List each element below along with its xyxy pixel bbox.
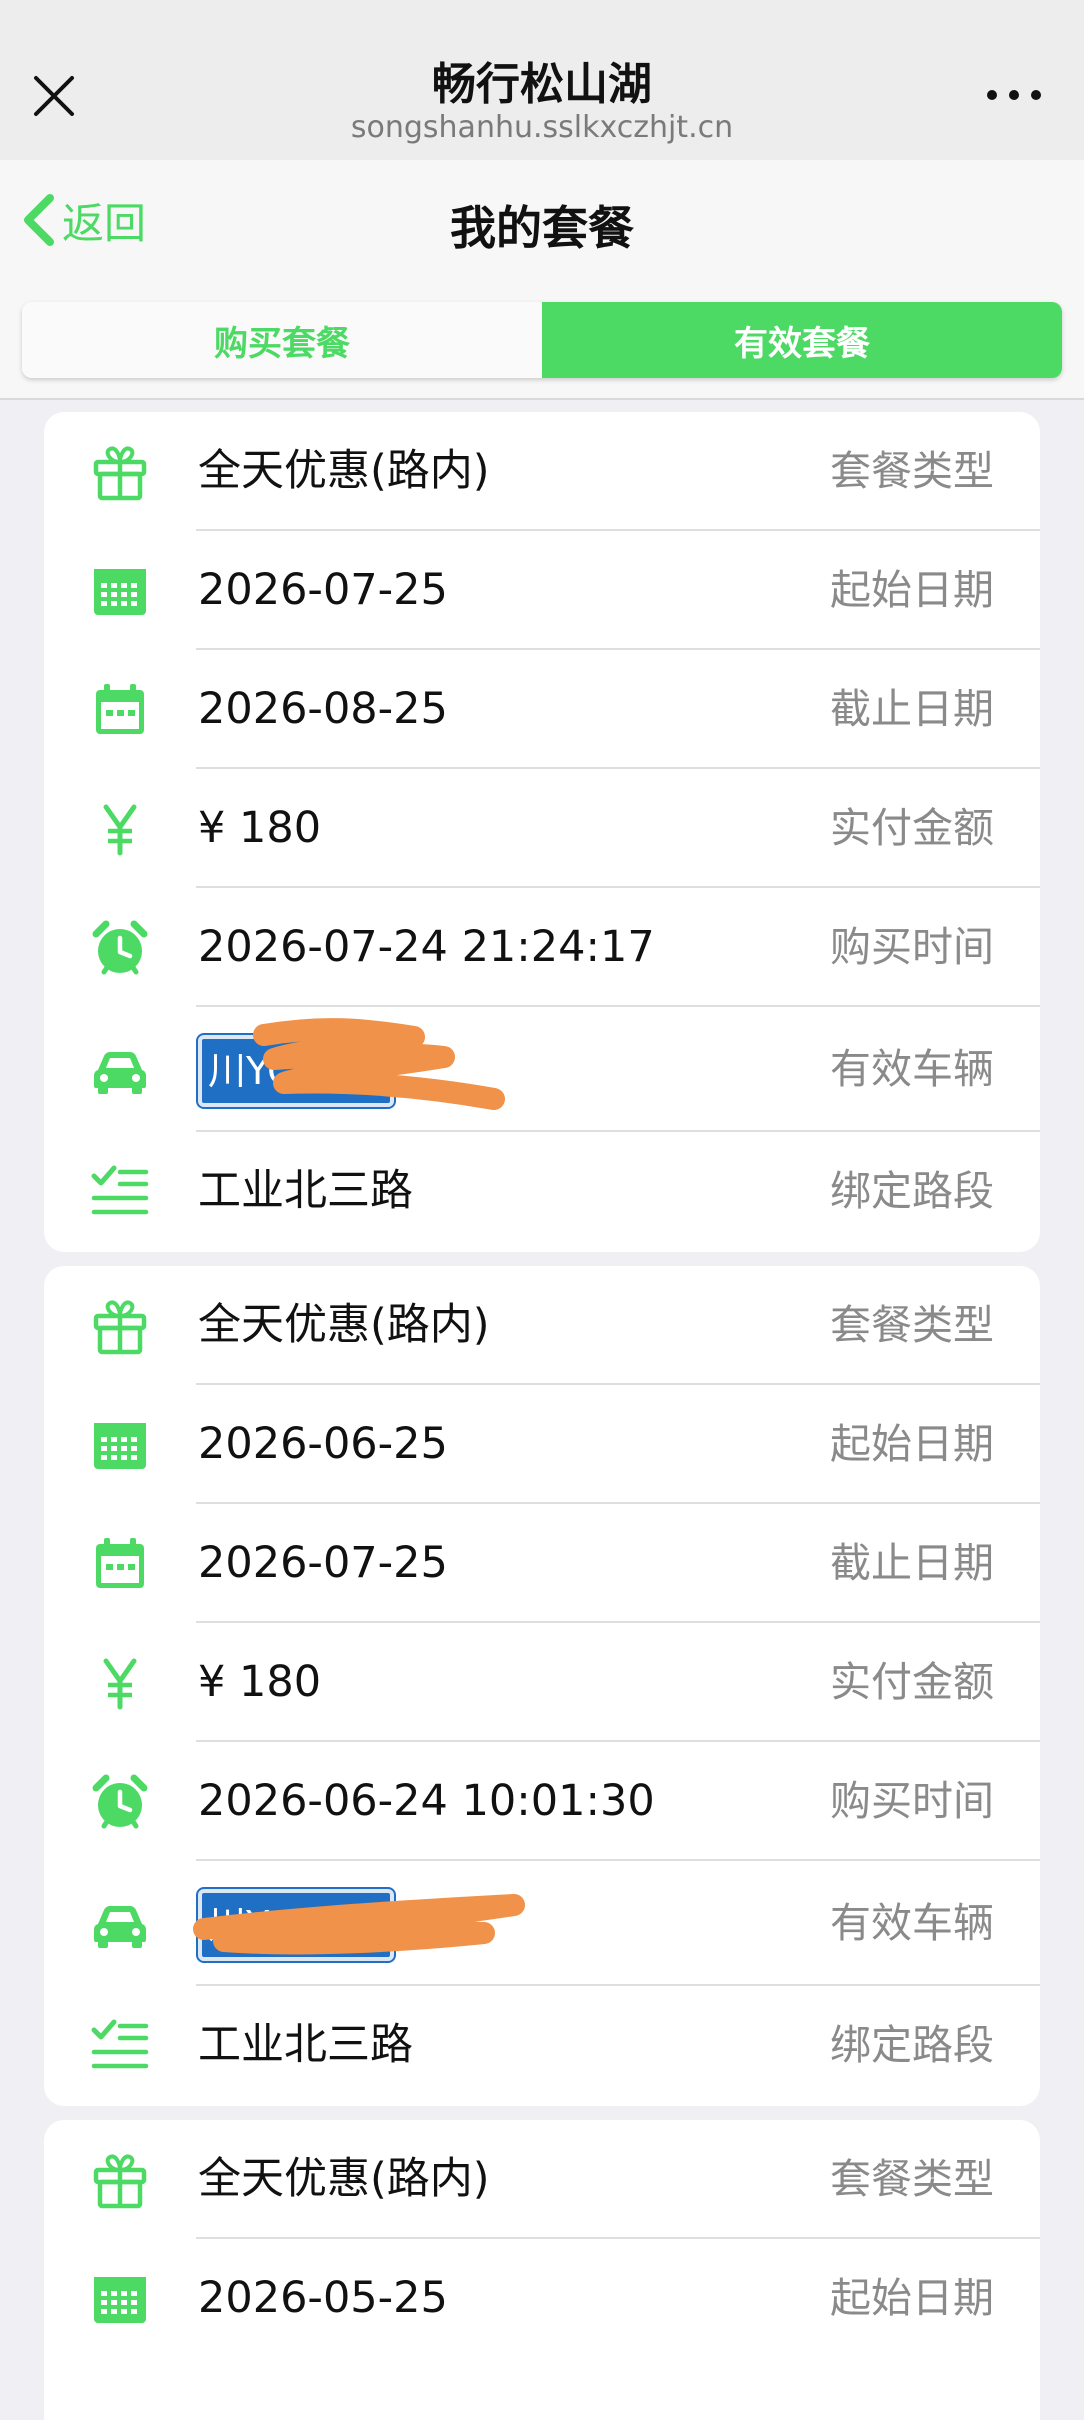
amount-value: ¥ 180 [198,1657,322,1707]
package-type-label: 套餐类型 [830,1301,994,1349]
row-vehicle: 川YC 有效车辆 [44,1007,1040,1132]
end-date-label: 截止日期 [830,685,994,733]
alarm-clock-icon [90,1772,150,1832]
road-label: 绑定路段 [830,1167,994,1215]
amount-label: 实付金额 [830,1658,994,1706]
tab-buy-package[interactable]: 购买套餐 [22,302,542,378]
row-purchase-time: 2026-06-24 10:01:30 购买时间 [44,1742,1040,1861]
mini-program-title: 畅行松山湖 [432,59,652,110]
purchase-time-value: 2026-07-24 21:24:17 [198,922,655,972]
row-package-type: 全天优惠(路内) 套餐类型 [44,2120,1040,2239]
row-purchase-time: 2026-07-24 21:24:17 购买时间 [44,888,1040,1007]
purchase-time-label: 购买时间 [830,1777,994,1825]
row-amount: ¥ 180 实付金额 [44,1623,1040,1742]
yen-icon [90,1653,150,1713]
row-amount: ¥ 180 实付金额 [44,769,1040,888]
gift-icon [90,442,150,502]
wechat-title-bar: 畅行松山湖 songshanhu.sslkxczhjt.cn [0,0,1084,160]
purchase-time-value: 2026-06-24 10:01:30 [198,1776,655,1826]
amount-label: 实付金额 [830,804,994,852]
license-plate: 川Y [196,1887,396,1963]
row-vehicle: 川Y 有效车辆 [44,1861,1040,1986]
alarm-clock-icon [90,918,150,978]
page-title: 我的套餐 [450,201,634,255]
calendar-icon [90,1534,150,1594]
row-end-date: 2026-08-25 截止日期 [44,650,1040,769]
gift-icon [90,1296,150,1356]
road-label: 绑定路段 [830,2021,994,2069]
more-icon[interactable] [984,80,1044,110]
road-value: 工业北三路 [198,1166,413,1216]
tab-active-packages[interactable]: 有效套餐 [542,302,1062,378]
start-date-label: 起始日期 [830,2274,994,2322]
page-nav-bar: 返回 我的套餐 [0,160,1084,280]
license-plate: 川YC [196,1033,396,1109]
start-date-label: 起始日期 [830,1420,994,1468]
package-type-value: 全天优惠(路内) [198,1300,490,1350]
end-date-label: 截止日期 [830,1539,994,1587]
row-start-date: 2026-05-25 起始日期 [44,2239,1040,2358]
package-card: 全天优惠(路内) 套餐类型 2026-07-25 起始日期 2026-08-25… [44,412,1040,1252]
calendar-grid-icon [90,561,150,621]
checklist-icon [90,1162,150,1222]
site-url: songshanhu.sslkxczhjt.cn [350,110,734,145]
start-date-value: 2026-06-25 [198,1419,448,1469]
row-package-type: 全天优惠(路内) 套餐类型 [44,1266,1040,1385]
row-end-date: 2026-07-25 截止日期 [44,1504,1040,1623]
tab-bar: 购买套餐 有效套餐 [0,280,1084,400]
row-road: 工业北三路 绑定路段 [44,1986,1040,2105]
vehicle-label: 有效车辆 [830,1045,994,1093]
yen-icon [90,799,150,859]
package-card: 全天优惠(路内) 套餐类型 2026-06-25 起始日期 2026-07-25… [44,1266,1040,2106]
package-type-value: 全天优惠(路内) [198,2154,490,2204]
calendar-grid-icon [90,2269,150,2329]
package-type-value: 全天优惠(路内) [198,446,490,496]
package-type-label: 套餐类型 [830,447,994,495]
end-date-value: 2026-08-25 [198,684,448,734]
road-value: 工业北三路 [198,2020,413,2070]
package-type-label: 套餐类型 [830,2155,994,2203]
vehicle-label: 有效车辆 [830,1899,994,1947]
start-date-value: 2026-05-25 [198,2273,448,2323]
car-icon [90,1894,150,1954]
end-date-value: 2026-07-25 [198,1538,448,1588]
row-road: 工业北三路 绑定路段 [44,1132,1040,1251]
row-start-date: 2026-07-25 起始日期 [44,531,1040,650]
calendar-icon [90,680,150,740]
purchase-time-label: 购买时间 [830,923,994,971]
start-date-label: 起始日期 [830,566,994,614]
amount-value: ¥ 180 [198,803,322,853]
gift-icon [90,2150,150,2210]
start-date-value: 2026-07-25 [198,565,448,615]
package-card: 全天优惠(路内) 套餐类型 2026-05-25 起始日期 [44,2120,1040,2420]
segmented-control: 购买套餐 有效套餐 [22,302,1062,378]
row-package-type: 全天优惠(路内) 套餐类型 [44,412,1040,531]
checklist-icon [90,2016,150,2076]
row-start-date: 2026-06-25 起始日期 [44,1385,1040,1504]
calendar-grid-icon [90,1415,150,1475]
car-icon [90,1040,150,1100]
